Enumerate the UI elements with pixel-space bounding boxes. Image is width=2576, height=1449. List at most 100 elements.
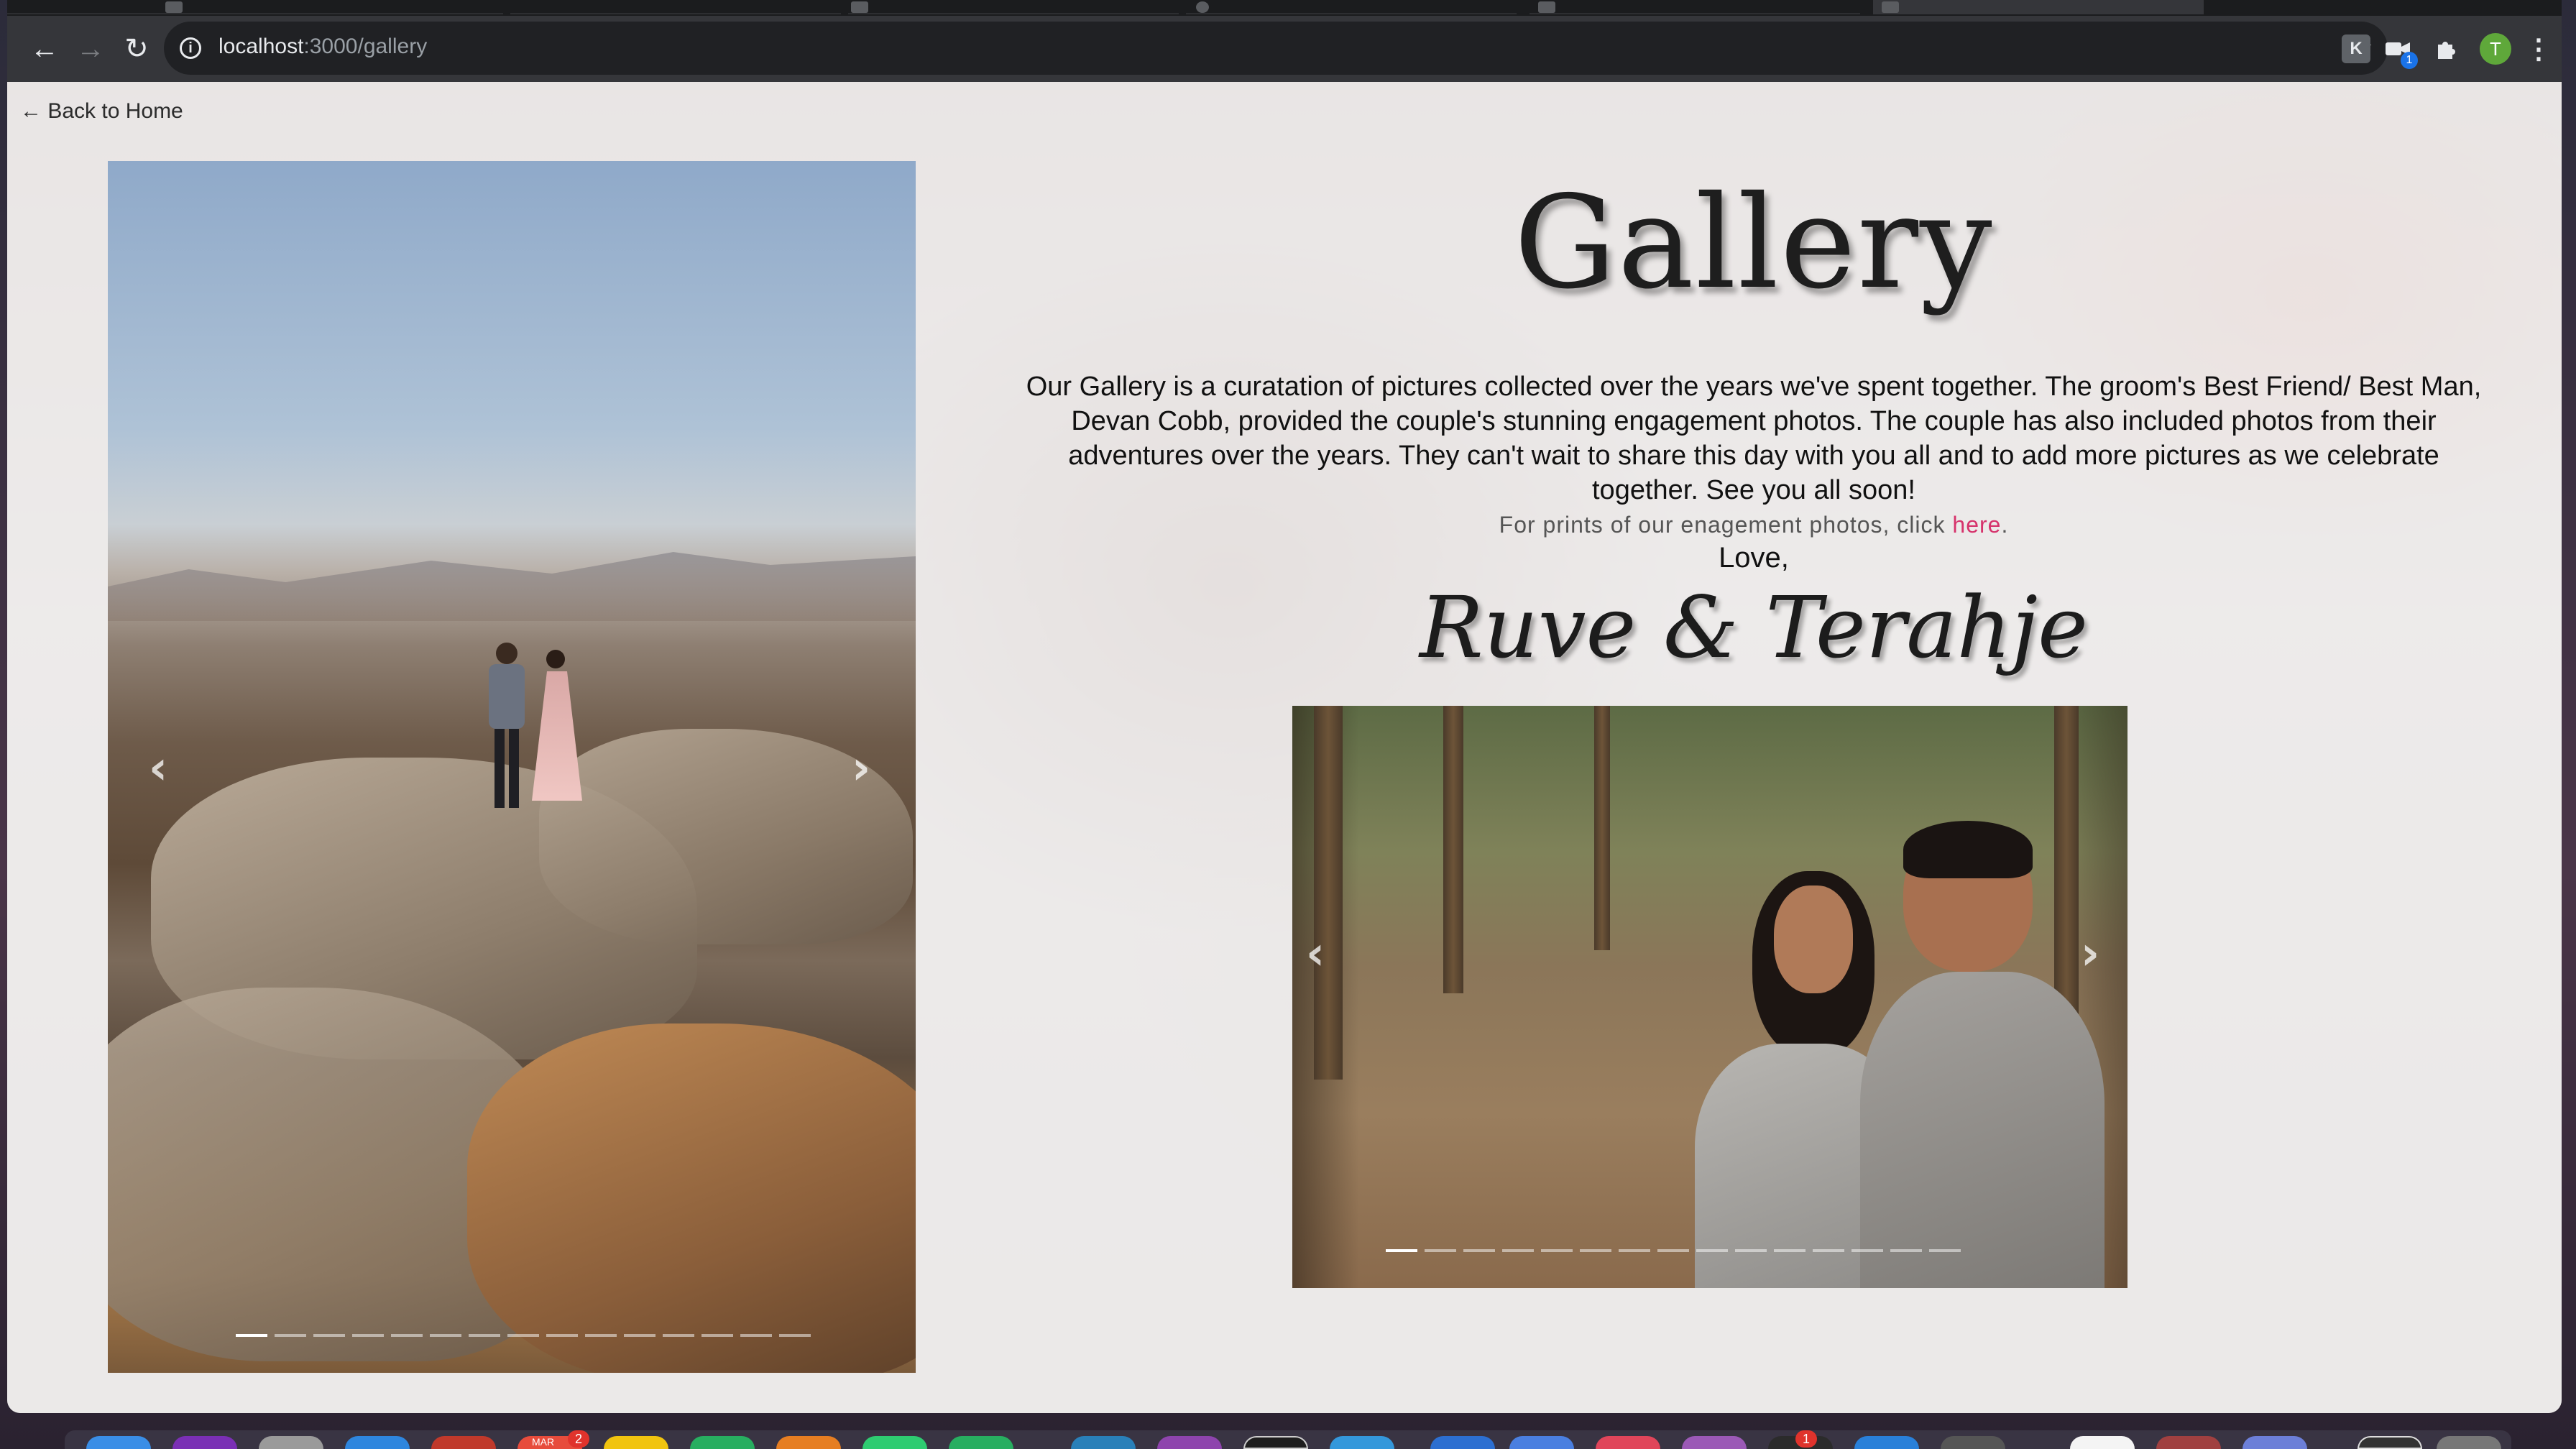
carousel-indicator[interactable] bbox=[1580, 1249, 1611, 1252]
carousel-indicator[interactable] bbox=[430, 1334, 461, 1337]
profile-avatar[interactable]: T bbox=[2480, 33, 2511, 65]
browser-tab[interactable] bbox=[1186, 0, 1517, 14]
tab-favicon-icon bbox=[1882, 1, 1899, 13]
browser-tab[interactable] bbox=[848, 0, 1179, 14]
gallery-carousel-left: ‹ › bbox=[108, 161, 916, 1373]
browser-menu-icon[interactable]: ⋮ bbox=[2524, 34, 2553, 65]
back-to-home-link[interactable]: ← Back to Home bbox=[20, 99, 183, 124]
podcasts-icon[interactable] bbox=[172, 1436, 237, 1449]
app-icon[interactable] bbox=[1330, 1436, 1394, 1449]
site-info-icon[interactable]: i bbox=[180, 37, 201, 59]
tree-trunk bbox=[1314, 706, 1343, 1080]
trash-icon[interactable] bbox=[2437, 1436, 2501, 1449]
app-badge: 1 bbox=[1795, 1430, 1817, 1448]
browser-tab[interactable] bbox=[510, 0, 841, 14]
address-bar[interactable]: i localhost:3000/gallery ☆ bbox=[164, 22, 2388, 75]
settings-icon[interactable] bbox=[259, 1436, 323, 1449]
carousel-indicator[interactable] bbox=[1890, 1249, 1922, 1252]
carousel-slide-image bbox=[108, 161, 916, 1373]
browser-toolbar: ← → ↻ i localhost:3000/gallery ☆ K 1 T ⋮ bbox=[7, 16, 2562, 82]
chevron-right-icon: › bbox=[851, 742, 871, 795]
carousel-indicator[interactable] bbox=[1386, 1249, 1417, 1252]
forward-button[interactable]: → bbox=[68, 26, 114, 72]
notes-icon[interactable] bbox=[604, 1436, 668, 1449]
carousel-indicator[interactable] bbox=[1502, 1249, 1534, 1252]
url-path: :3000/gallery bbox=[303, 34, 428, 58]
tab-strip bbox=[7, 0, 2562, 16]
carousel-indicator[interactable] bbox=[1425, 1249, 1456, 1252]
carousel-indicator[interactable] bbox=[1463, 1249, 1495, 1252]
app-icon[interactable] bbox=[1941, 1436, 2005, 1449]
carousel-indicator[interactable] bbox=[1619, 1249, 1650, 1252]
chrome-icon[interactable] bbox=[2070, 1436, 2135, 1449]
facetime-icon[interactable] bbox=[949, 1436, 1013, 1449]
browser-tab-active[interactable] bbox=[1873, 0, 2204, 14]
music-icon[interactable] bbox=[1596, 1436, 1660, 1449]
app-store-icon[interactable] bbox=[1854, 1436, 1919, 1449]
app-icon[interactable] bbox=[2358, 1436, 2422, 1449]
extension-video-icon[interactable]: 1 bbox=[2383, 34, 2418, 69]
carousel-prev-button[interactable]: ‹ bbox=[1294, 921, 1337, 986]
app-icon[interactable] bbox=[1509, 1436, 1574, 1449]
carousel-next-button[interactable]: › bbox=[840, 736, 883, 801]
prints-link[interactable]: here bbox=[1952, 512, 2001, 538]
carousel-indicator[interactable] bbox=[740, 1334, 772, 1337]
reload-button[interactable]: ↻ bbox=[114, 26, 160, 72]
finder-icon[interactable] bbox=[86, 1436, 151, 1449]
carousel-indicator[interactable] bbox=[702, 1334, 733, 1337]
back-button[interactable]: ← bbox=[22, 26, 68, 72]
maps-icon[interactable] bbox=[690, 1436, 755, 1449]
carousel-next-button[interactable]: › bbox=[2069, 921, 2112, 986]
page-title: Gallery bbox=[1514, 168, 1994, 317]
extensions-puzzle-icon[interactable] bbox=[2432, 34, 2461, 63]
browser-tab[interactable] bbox=[7, 0, 503, 14]
carousel-indicator[interactable] bbox=[507, 1334, 539, 1337]
carousel-indicator[interactable] bbox=[1541, 1249, 1573, 1252]
messages-icon[interactable] bbox=[862, 1436, 927, 1449]
carousel-slide-image bbox=[1292, 706, 2128, 1288]
podcasts-icon[interactable] bbox=[1682, 1436, 1747, 1449]
carousel-indicator[interactable] bbox=[1774, 1249, 1806, 1252]
gallery-description: Our Gallery is a curatation of pictures … bbox=[1026, 372, 2482, 505]
safari-icon[interactable] bbox=[345, 1436, 410, 1449]
carousel-indicator[interactable] bbox=[469, 1334, 500, 1337]
carousel-indicator[interactable] bbox=[391, 1334, 423, 1337]
calendar-label: MAR bbox=[532, 1436, 555, 1448]
vscode-icon[interactable] bbox=[1430, 1436, 1495, 1449]
carousel-indicator[interactable] bbox=[1852, 1249, 1883, 1252]
carousel-indicator[interactable] bbox=[1735, 1249, 1767, 1252]
extension-badge: 1 bbox=[2401, 52, 2418, 69]
tab-favicon-icon bbox=[851, 1, 868, 13]
carousel-indicator[interactable] bbox=[779, 1334, 811, 1337]
photos-icon[interactable] bbox=[776, 1436, 841, 1449]
carousel-prev-button[interactable]: ‹ bbox=[137, 736, 180, 801]
reload-icon: ↻ bbox=[124, 33, 149, 65]
carousel-indicator[interactable] bbox=[1657, 1249, 1689, 1252]
carousel-indicator[interactable] bbox=[663, 1334, 694, 1337]
carousel-indicator[interactable] bbox=[1696, 1249, 1728, 1252]
carousel-indicator[interactable] bbox=[1929, 1249, 1961, 1252]
app-icon[interactable] bbox=[1157, 1436, 1222, 1449]
browser-tab[interactable] bbox=[1530, 0, 1860, 14]
app-icon[interactable] bbox=[2156, 1436, 2221, 1449]
carousel-indicator[interactable] bbox=[624, 1334, 656, 1337]
carousel-indicator[interactable] bbox=[352, 1334, 384, 1337]
app-icon[interactable] bbox=[1071, 1436, 1136, 1449]
arrow-right-icon: → bbox=[76, 32, 105, 65]
carousel-indicator[interactable] bbox=[585, 1334, 617, 1337]
app-icon[interactable] bbox=[2242, 1436, 2307, 1449]
prints-note: For prints of our enagement photos, clic… bbox=[1028, 512, 2480, 538]
tree-trunk bbox=[1443, 706, 1463, 993]
carousel-indicator[interactable] bbox=[275, 1334, 306, 1337]
app-icon[interactable] bbox=[431, 1436, 496, 1449]
carousel-indicator[interactable] bbox=[546, 1334, 578, 1337]
terminal-icon[interactable] bbox=[1243, 1436, 1308, 1449]
tab-favicon-icon bbox=[1196, 1, 1209, 13]
chevron-right-icon: › bbox=[2080, 927, 2100, 980]
page-viewport: ← Back to Home ‹ › Gallery Our Gallery i… bbox=[7, 82, 2562, 1413]
chevron-left-icon: ‹ bbox=[1305, 927, 1325, 980]
extension-k-icon[interactable]: K bbox=[2342, 34, 2370, 63]
carousel-indicator[interactable] bbox=[1813, 1249, 1844, 1252]
carousel-indicator[interactable] bbox=[236, 1334, 267, 1337]
carousel-indicator[interactable] bbox=[313, 1334, 345, 1337]
